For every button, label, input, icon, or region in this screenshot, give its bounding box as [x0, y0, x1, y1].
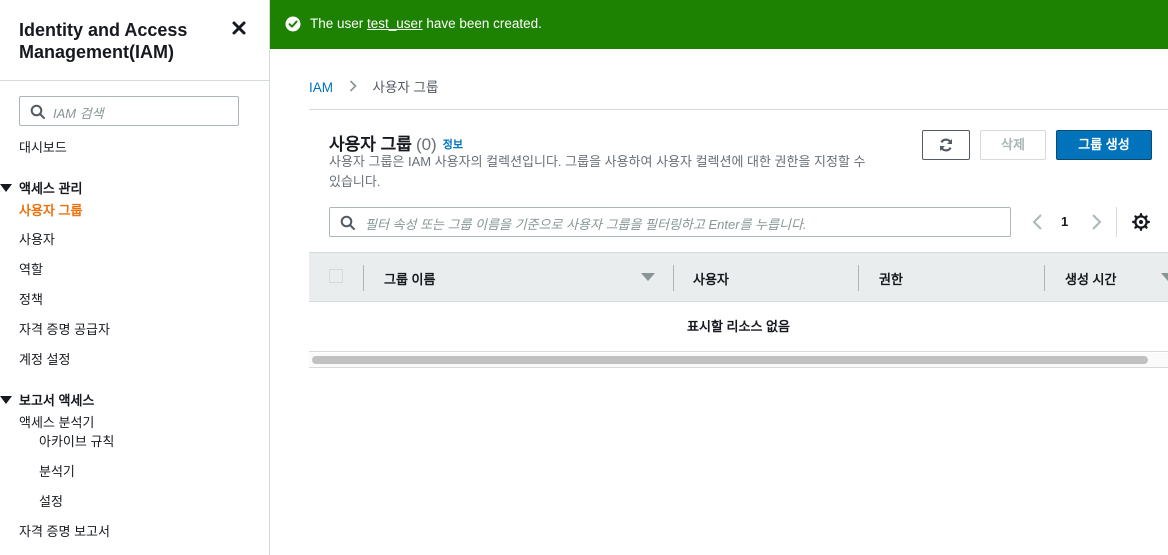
check-circle-icon: [285, 16, 301, 32]
breadcrumb: IAM 사용자 그룹: [309, 76, 438, 96]
sort-down-icon[interactable]: [1161, 273, 1168, 281]
column-divider: [858, 265, 859, 291]
sidebar-section-label: 액세스 관리: [19, 181, 83, 196]
scrollbar-thumb[interactable]: [312, 356, 1148, 364]
column-header-permissions[interactable]: 권한: [879, 269, 903, 288]
chevron-right-icon: [349, 80, 357, 92]
table-header: 그룹 이름 사용자 권한 생성 시간: [309, 252, 1168, 302]
sidebar-item-archive-rules[interactable]: 아카이브 규칙: [39, 431, 114, 450]
empty-table-message: 표시할 리소스 없음: [309, 302, 1168, 352]
chevron-right-icon[interactable]: [1089, 213, 1103, 231]
column-divider: [363, 265, 364, 291]
filter-input[interactable]: 필터 속성 또는 그룹 이름을 기준으로 사용자 그룹을 필터링하고 Enter…: [329, 207, 1011, 237]
gear-icon[interactable]: [1132, 213, 1150, 231]
sidebar: Identity and Access Management(IAM) IAM …: [0, 0, 270, 555]
sidebar-item-access-analyzer[interactable]: 액세스 분석기: [19, 412, 94, 431]
sidebar-item-user-groups[interactable]: 사용자 그룹: [19, 200, 82, 219]
create-group-button[interactable]: 그룹 생성: [1056, 130, 1152, 160]
sidebar-item-analyzers[interactable]: 분석기: [39, 461, 75, 480]
refresh-button[interactable]: [922, 130, 970, 160]
column-header-users[interactable]: 사용자: [693, 269, 729, 288]
column-header-group-name[interactable]: 그룹 이름: [384, 269, 435, 288]
sidebar-search-placeholder: IAM 검색: [53, 106, 104, 121]
success-flash-bar: The user test_user have been created.: [270, 0, 1168, 49]
caret-down-icon: [0, 396, 12, 404]
sidebar-item-dashboard[interactable]: 대시보드: [19, 137, 67, 156]
user-groups-panel: 사용자 그룹 (0) 정보 사용자 그룹은 IAM 사용자의 컬렉션입니다. 그룹을…: [309, 109, 1168, 368]
sidebar-item-users[interactable]: 사용자: [19, 229, 55, 248]
sidebar-item-credential-report[interactable]: 자격 증명 보고서: [19, 521, 110, 540]
filter-placeholder: 필터 속성 또는 그룹 이름을 기준으로 사용자 그룹을 필터링하고 Enter…: [365, 217, 807, 232]
current-page-number[interactable]: 1: [1061, 214, 1068, 229]
breadcrumb-iam-link[interactable]: IAM: [309, 80, 333, 95]
sidebar-header: Identity and Access Management(IAM): [0, 0, 269, 81]
breadcrumb-current: 사용자 그룹: [372, 80, 439, 95]
chevron-left-icon[interactable]: [1031, 213, 1045, 231]
pager-divider: [1116, 207, 1117, 237]
panel-description: 사용자 그룹은 IAM 사용자의 컬렉션입니다. 그룹을 사용하여 사용자 컬렉…: [329, 154, 866, 189]
column-divider: [1044, 265, 1045, 291]
sidebar-section-access-reports[interactable]: 보고서 액세스: [0, 390, 94, 409]
search-icon: [340, 215, 355, 230]
flash-message-prefix: The user: [310, 16, 368, 31]
sidebar-search-input[interactable]: IAM 검색: [19, 96, 239, 126]
flash-user-link[interactable]: test_user: [367, 16, 423, 31]
delete-button[interactable]: 삭제: [980, 130, 1046, 160]
horizontal-scrollbar[interactable]: [309, 353, 1168, 368]
sidebar-section-access-management[interactable]: 액세스 관리: [0, 178, 82, 197]
sidebar-item-analyzer-settings[interactable]: 설정: [39, 491, 63, 510]
select-all-checkbox[interactable]: [329, 269, 343, 283]
sort-down-icon[interactable]: [641, 273, 655, 281]
sidebar-item-policies[interactable]: 정책: [19, 289, 43, 308]
sidebar-title: Identity and Access Management(IAM): [19, 20, 188, 62]
flash-message-suffix: have been created.: [422, 16, 542, 31]
column-divider: [673, 265, 674, 291]
search-icon: [30, 104, 45, 119]
sidebar-item-identity-providers[interactable]: 자격 증명 공급자: [19, 319, 110, 338]
info-link[interactable]: 정보: [443, 139, 463, 151]
caret-down-icon: [0, 184, 12, 192]
sidebar-item-roles[interactable]: 역할: [19, 259, 43, 278]
refresh-icon: [939, 138, 953, 152]
sidebar-item-account-settings[interactable]: 계정 설정: [19, 349, 70, 368]
column-header-creation-time[interactable]: 생성 시간: [1065, 269, 1116, 288]
flash-message: The user test_user have been created.: [310, 16, 542, 31]
close-icon[interactable]: [231, 20, 247, 36]
sidebar-section-label: 보고서 액세스: [19, 393, 95, 408]
